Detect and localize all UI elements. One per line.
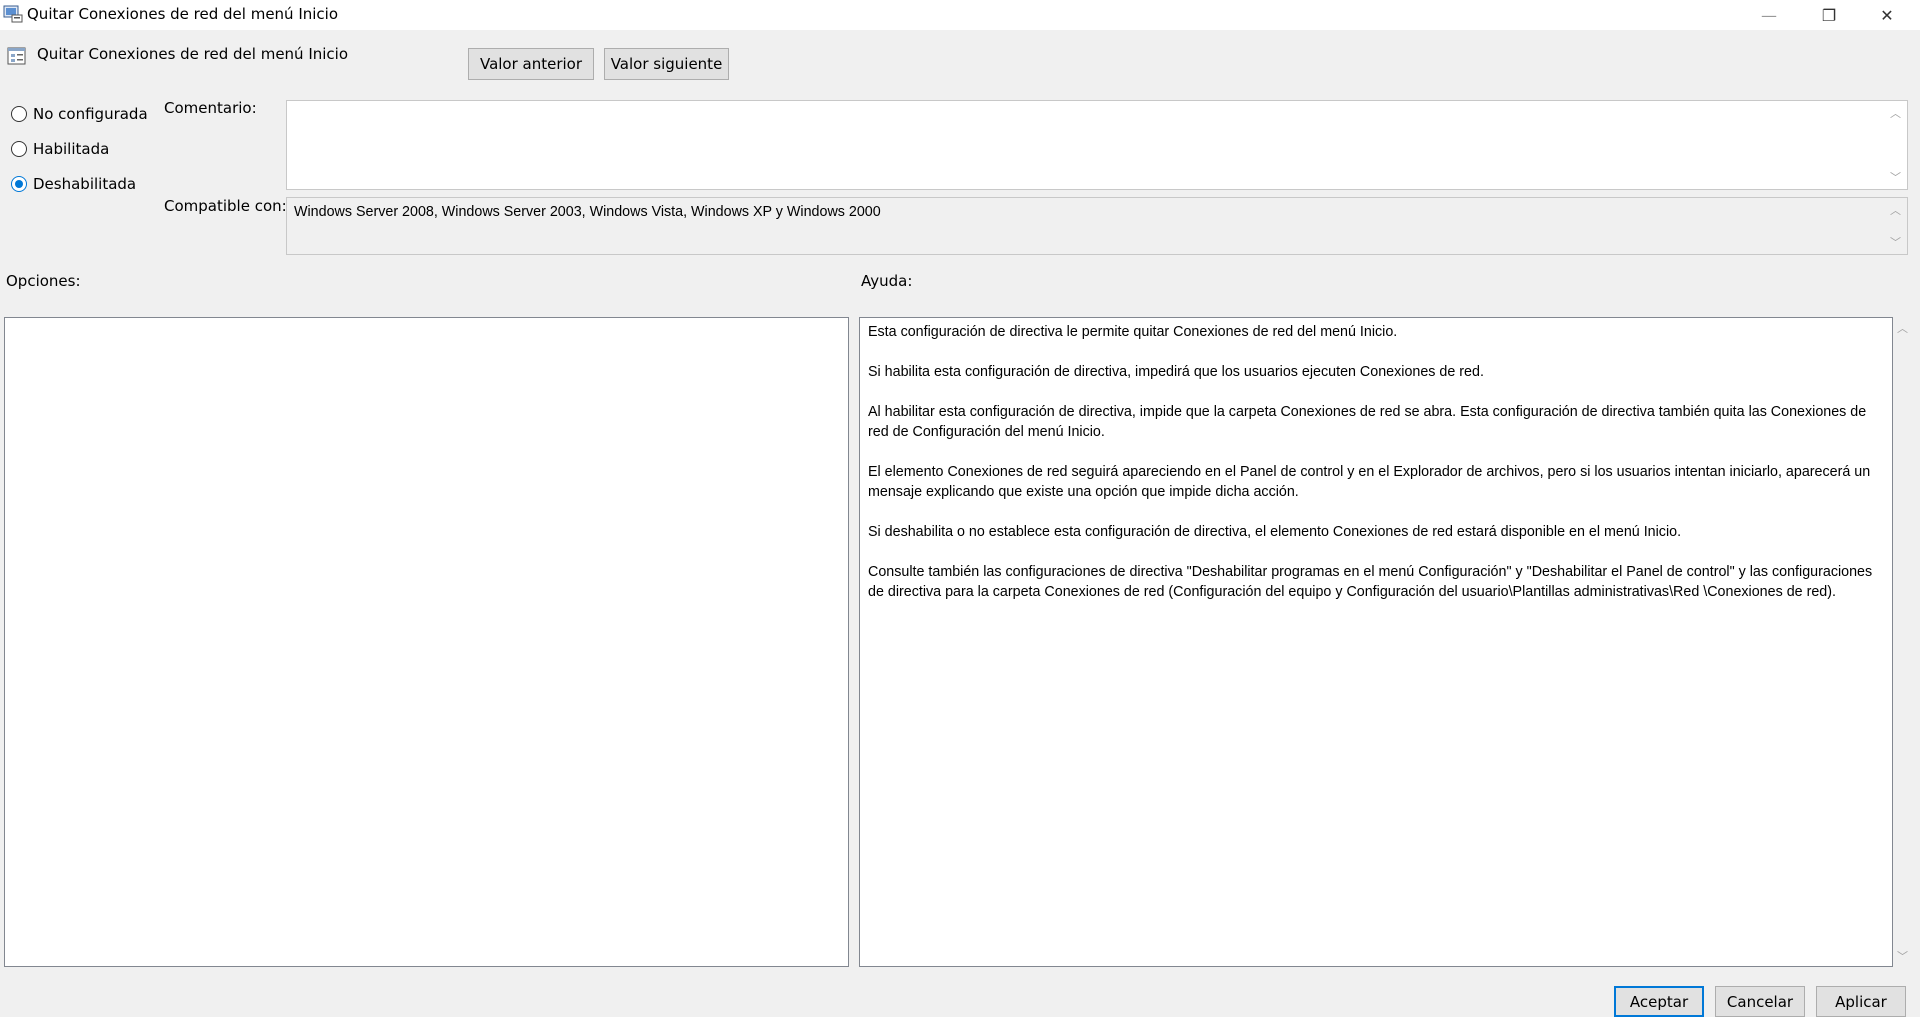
- comment-label: Comentario:: [164, 99, 257, 117]
- ok-button[interactable]: Aceptar: [1614, 986, 1704, 1017]
- next-setting-button[interactable]: Valor siguiente: [604, 48, 729, 80]
- help-scroll-up-icon[interactable]: ︿: [1897, 320, 1908, 336]
- radio-button[interactable]: [11, 106, 27, 122]
- policy-name: Quitar Conexiones de red del menú Inicio: [37, 45, 349, 63]
- previous-setting-button[interactable]: Valor anterior: [468, 48, 594, 80]
- scroll-down-icon[interactable]: ﹀: [1890, 169, 1901, 185]
- help-paragraph: Al habilitar esta configuración de direc…: [868, 404, 1867, 440]
- help-paragraph: Esta configuración de directiva le permi…: [868, 324, 1398, 340]
- help-text: Esta configuración de directiva le permi…: [868, 322, 1878, 622]
- radio-label: No configurada: [33, 105, 148, 123]
- cancel-button[interactable]: Cancelar: [1715, 986, 1805, 1017]
- radio-label: Deshabilitada: [33, 175, 137, 193]
- comment-textarea[interactable]: ︿ ﹀: [286, 100, 1908, 190]
- help-scroll-down-icon[interactable]: ﹀: [1897, 948, 1908, 964]
- radio-not-configured[interactable]: No configurada: [11, 105, 148, 123]
- help-panel[interactable]: Esta configuración de directiva le permi…: [859, 317, 1893, 967]
- radio-enabled[interactable]: Habilitada: [11, 140, 109, 158]
- scroll-up-icon[interactable]: ︿: [1890, 105, 1901, 121]
- title-bar: Quitar Conexiones de red del menú Inicio…: [0, 0, 1920, 30]
- options-label: Opciones:: [6, 272, 81, 290]
- close-icon: ✕: [1880, 5, 1894, 25]
- apply-button[interactable]: Aplicar: [1816, 986, 1906, 1017]
- policy-editor-icon: [3, 5, 23, 23]
- supported-on-value: Windows Server 2008, Windows Server 2003…: [294, 204, 881, 220]
- options-panel: [4, 317, 849, 967]
- close-button[interactable]: ✕: [1858, 0, 1916, 30]
- minimize-button[interactable]: —: [1740, 0, 1798, 30]
- scroll-up-icon[interactable]: ︿: [1890, 202, 1901, 218]
- restore-button[interactable]: ❐: [1800, 0, 1858, 30]
- minimize-icon: —: [1761, 5, 1777, 25]
- supported-on-field[interactable]: Windows Server 2008, Windows Server 2003…: [286, 197, 1908, 255]
- help-paragraph: Si habilita esta configuración de direct…: [868, 364, 1484, 380]
- radio-label: Habilitada: [33, 140, 110, 158]
- help-paragraph: Consulte también las configuraciones de …: [868, 564, 1873, 600]
- policy-setting-icon: [7, 47, 26, 65]
- help-paragraph: El elemento Conexiones de red seguirá ap…: [868, 464, 1871, 500]
- scroll-down-icon[interactable]: ﹀: [1890, 234, 1901, 250]
- supported-on-label: Compatible con:: [164, 197, 287, 215]
- help-label: Ayuda:: [861, 272, 913, 290]
- radio-disabled[interactable]: Deshabilitada: [11, 175, 136, 193]
- radio-button[interactable]: [11, 176, 27, 192]
- restore-icon: ❐: [1821, 5, 1837, 25]
- radio-button[interactable]: [11, 141, 27, 157]
- help-paragraph: Si deshabilita o no establece esta confi…: [868, 524, 1682, 540]
- window-title: Quitar Conexiones de red del menú Inicio: [27, 5, 339, 23]
